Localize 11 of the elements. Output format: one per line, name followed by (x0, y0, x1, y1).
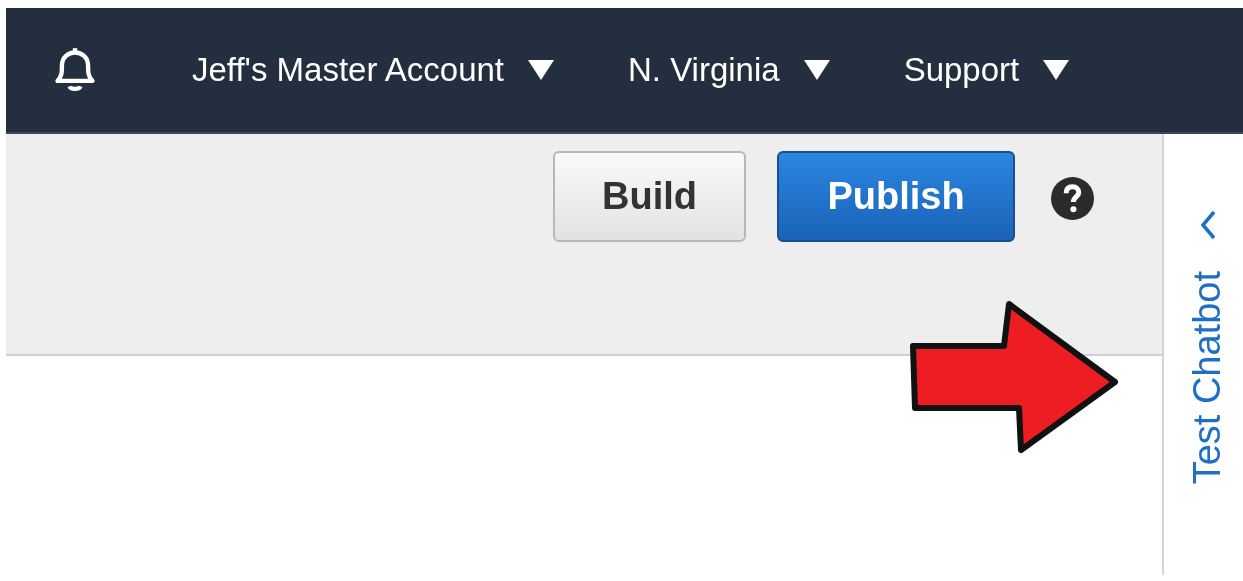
chevron-left-icon[interactable] (1198, 209, 1217, 241)
caret-icon (803, 60, 830, 80)
nav-menu[interactable]: N. Virginia (628, 45, 830, 95)
publish-button[interactable]: Publish (777, 151, 1015, 242)
caret-icon (528, 60, 554, 80)
caret-icon (1043, 60, 1070, 80)
side-panel-tab[interactable]: Test Chatbot (1179, 271, 1236, 485)
help-icon[interactable] (1051, 177, 1094, 220)
nav-menu[interactable]: Jeff's Master Account (192, 45, 554, 95)
nav-menu[interactable]: Support (903, 45, 1070, 95)
build-button[interactable]: Build (553, 151, 746, 242)
